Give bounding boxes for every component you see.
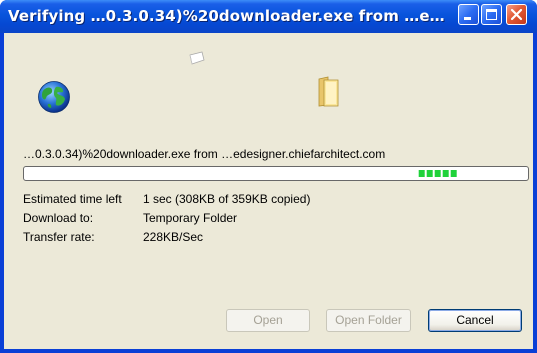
window-title: Verifying …0.3.0.34)%20downloader.exe fr… [8,7,445,25]
transfer-rate-value: 228KB/Sec [143,230,204,244]
dialog-body: …0.3.0.34)%20downloader.exe from …edesig… [4,33,533,349]
progress-fill [418,170,457,177]
open-folder-button[interactable]: Open Folder [326,309,411,332]
download-dialog-window: Verifying …0.3.0.34)%20downloader.exe fr… [0,0,537,353]
globe-icon [38,81,70,113]
maximize-button[interactable] [481,4,502,25]
maximize-icon [486,9,497,20]
source-filename-label: …0.3.0.34)%20downloader.exe from …edesig… [23,147,386,161]
close-icon [510,8,523,21]
progress-block [434,170,441,177]
time-left-value: 1 sec (308KB of 359KB copied) [143,192,311,206]
minimize-button[interactable] [458,4,479,25]
progress-block [442,170,449,177]
download-progress-bar [23,166,529,181]
document-icon [189,51,205,65]
folder-icon [318,76,339,107]
progress-block [450,170,457,177]
transfer-rate-label: Transfer rate: [23,230,95,244]
close-button[interactable] [506,4,527,25]
cancel-button[interactable]: Cancel [428,309,522,332]
open-button[interactable]: Open [226,309,310,332]
download-to-value: Temporary Folder [143,211,238,225]
progress-block [418,170,425,177]
download-to-label: Download to: [23,211,94,225]
progress-block [426,170,433,177]
time-left-label: Estimated time left [23,192,122,206]
title-bar[interactable]: Verifying …0.3.0.34)%20downloader.exe fr… [0,0,537,33]
minimize-icon [464,17,471,20]
